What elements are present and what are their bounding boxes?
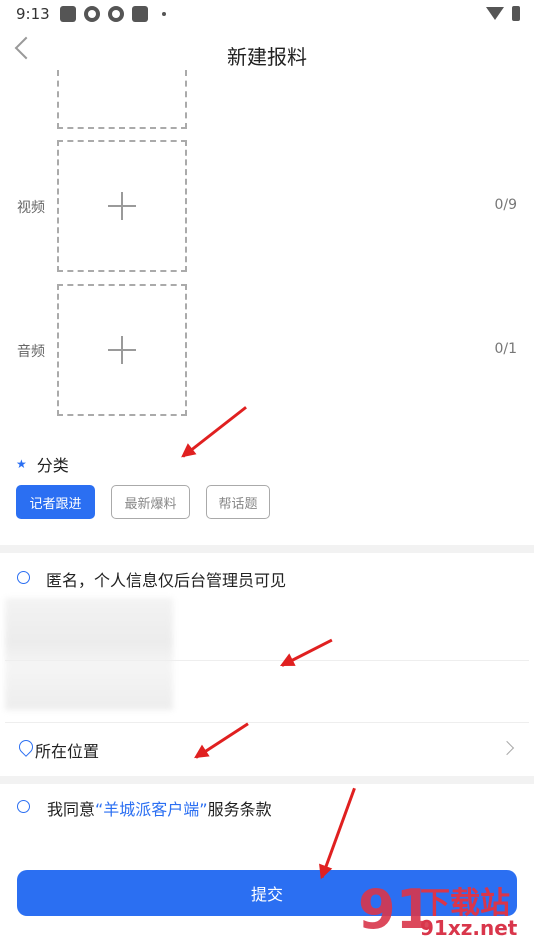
divider	[5, 660, 529, 661]
audio-count: 0/1	[494, 341, 517, 357]
terms-link[interactable]: “羊城派客户端”	[95, 800, 208, 819]
annotation-arrow	[195, 722, 249, 759]
anonymous-option-label: 匿名，个人信息仅后台管理员可见	[46, 571, 287, 590]
watermark-en: 91xz.net	[420, 916, 518, 940]
annotation-arrow	[320, 787, 356, 879]
section-divider	[0, 776, 534, 784]
divider	[5, 722, 529, 723]
battery-icon	[512, 6, 520, 21]
more-notifications-icon	[162, 12, 166, 16]
video-upload-box[interactable]	[57, 140, 187, 272]
category-chip-topic[interactable]: 帮话题	[206, 485, 270, 519]
video-count: 0/9	[494, 197, 517, 213]
status-time: 9:13	[16, 5, 50, 23]
notification-icons	[60, 6, 166, 22]
plus-icon	[108, 192, 136, 220]
agreement-prefix: 我同意	[47, 800, 96, 819]
page-title: 新建报料	[227, 45, 307, 69]
category-title: ★ 分类	[16, 452, 69, 476]
category-chip-reporter-follow[interactable]: 记者跟进	[16, 485, 95, 519]
plus-icon	[108, 336, 136, 364]
system-icons	[486, 6, 520, 21]
notification-app-icon	[84, 6, 100, 22]
star-icon: ★	[16, 457, 27, 471]
annotation-arrow	[182, 406, 247, 458]
wifi-icon	[486, 7, 504, 20]
agreement-radio-icon[interactable]	[17, 800, 30, 813]
category-title-text: 分类	[36, 456, 69, 475]
section-divider	[0, 545, 534, 553]
agreement-suffix: 服务条款	[207, 800, 272, 819]
audio-upload-box[interactable]	[57, 284, 187, 416]
audio-label: 音频	[17, 344, 45, 360]
notification-app-icon	[132, 6, 148, 22]
notification-app-icon	[108, 6, 124, 22]
chevron-right-icon[interactable]	[499, 740, 515, 756]
category-chip-latest-news[interactable]: 最新爆料	[111, 485, 190, 519]
location-label[interactable]: 所在位置	[35, 738, 99, 762]
annotation-arrow	[281, 638, 333, 667]
anonymous-radio-icon[interactable]	[17, 571, 30, 584]
video-label: 视频	[17, 200, 45, 216]
image-upload-box[interactable]	[57, 70, 187, 129]
blurred-content	[5, 598, 173, 710]
agreement-text: 我同意“羊城派客户端”服务条款	[47, 796, 272, 820]
status-bar: 9:13	[0, 0, 534, 28]
watermark-logo: 91 下载站 91xz.net	[358, 876, 528, 946]
notification-app-icon	[60, 6, 76, 22]
location-pin-icon	[16, 737, 36, 757]
